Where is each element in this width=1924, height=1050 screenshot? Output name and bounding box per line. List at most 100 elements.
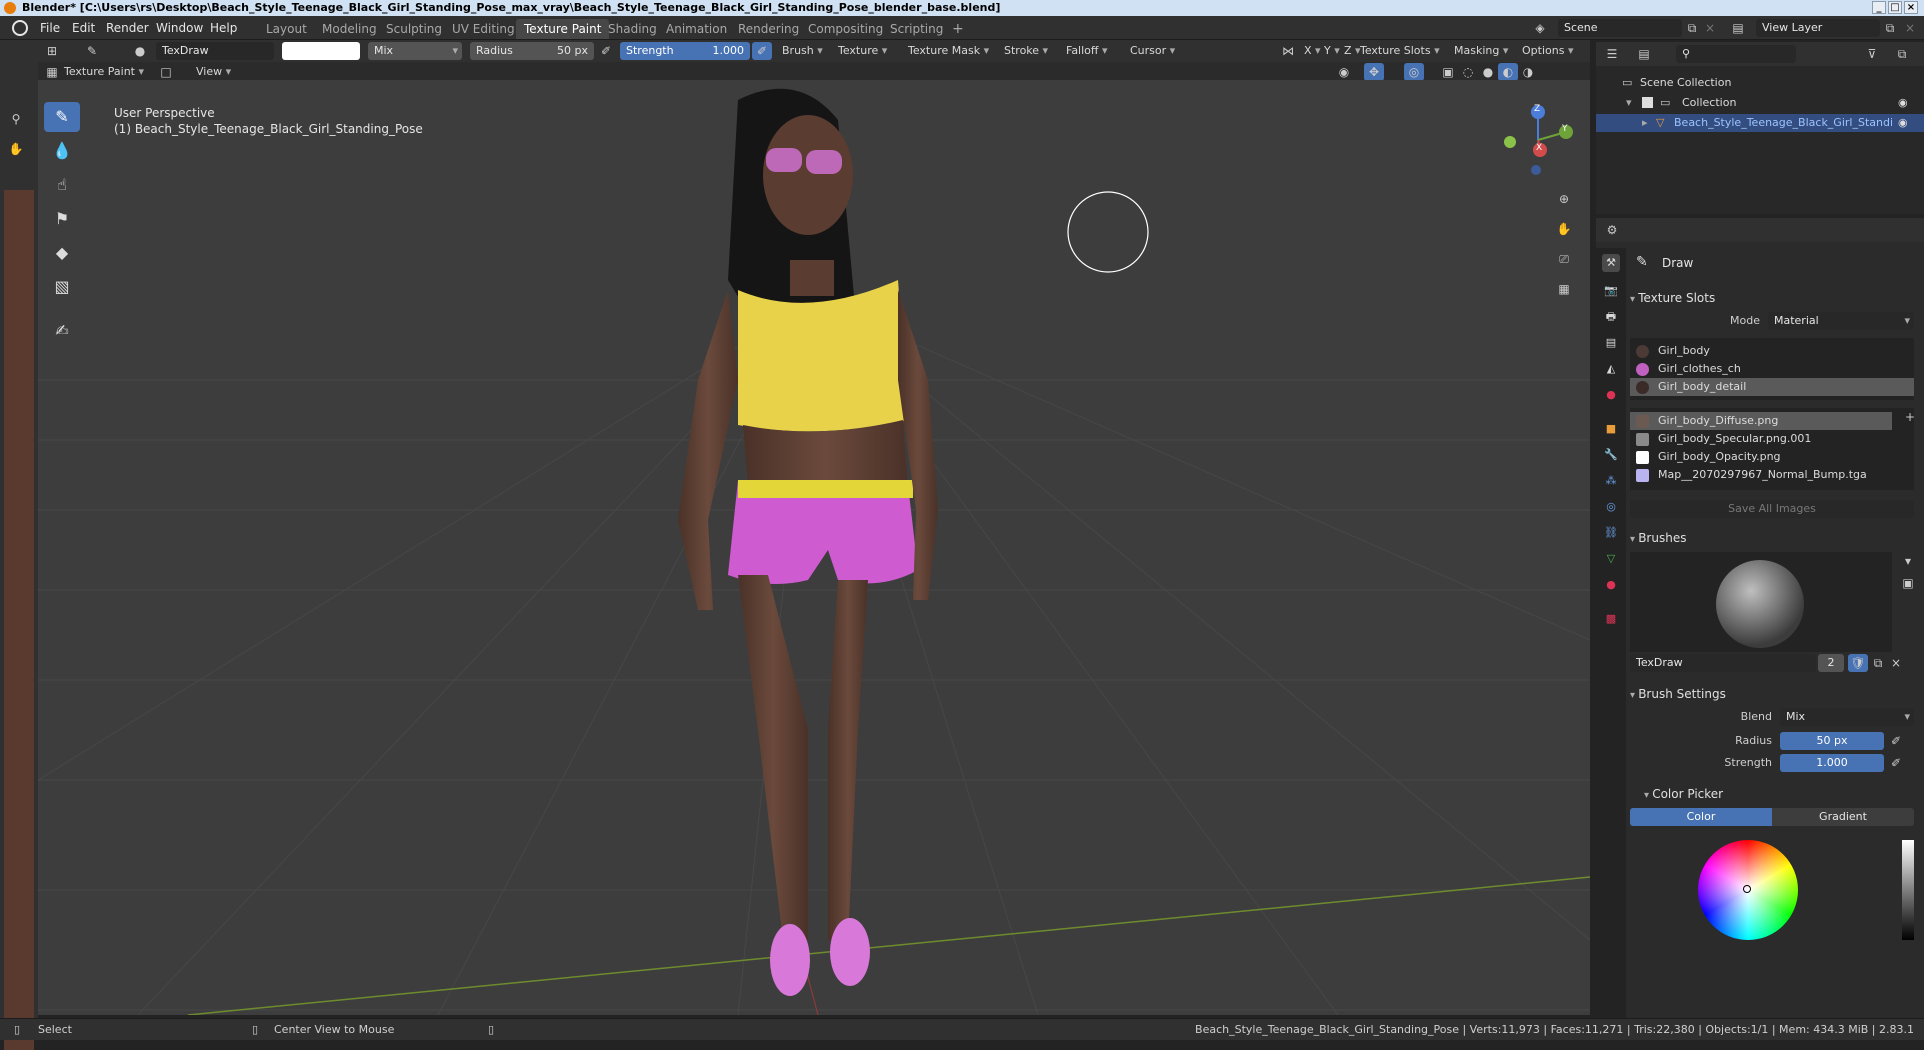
tab-modeling[interactable]: Modeling xyxy=(314,19,385,39)
strength-pressure-icon[interactable]: ✐ xyxy=(752,42,772,60)
outliner-object[interactable]: ▸ ▽ Beach_Style_Teenage_Black_Girl_Stand… xyxy=(1596,114,1924,132)
color-wheel[interactable] xyxy=(1698,840,1798,940)
brush-preview[interactable] xyxy=(1630,552,1892,652)
new-collection-icon[interactable]: ⧉ xyxy=(1892,45,1912,63)
brush-browse-icon[interactable]: ● xyxy=(130,42,150,60)
masking-menu[interactable]: Masking xyxy=(1450,42,1512,60)
strength-pressure-toggle-icon[interactable]: ✐ xyxy=(1886,754,1906,772)
tab-physics-icon[interactable]: ◎ xyxy=(1602,498,1620,516)
brush-radius-slider[interactable]: 50 px xyxy=(1780,732,1884,750)
wireframe-shading-icon[interactable]: ◌ xyxy=(1458,63,1478,81)
smear-tool-icon[interactable]: ☝ xyxy=(44,170,80,200)
color-picker-header[interactable]: Color Picker xyxy=(1644,784,1723,804)
tab-scripting[interactable]: Scripting xyxy=(882,19,951,39)
value-slider[interactable] xyxy=(1902,840,1914,940)
texture-slots-header[interactable]: Texture Slots xyxy=(1630,288,1715,308)
blend-mode-dropdown[interactable]: Mix ▾ xyxy=(368,42,462,60)
properties-editor-type-icon[interactable]: ⚙ xyxy=(1602,221,1622,239)
radius-pressure-toggle-icon[interactable]: ✐ xyxy=(1886,732,1906,750)
mask-tool-icon[interactable]: ▧ xyxy=(44,272,80,302)
tab-render-icon[interactable]: 📷 xyxy=(1602,282,1620,300)
menu-render[interactable]: Render xyxy=(106,20,149,36)
clone-tool-icon[interactable]: ⚑ xyxy=(44,204,80,234)
fake-user-icon[interactable]: 🛡 xyxy=(1848,654,1868,672)
zoom-tool-icon[interactable]: ⚲ xyxy=(6,110,26,128)
view-menu[interactable]: View xyxy=(192,63,235,81)
image-item-opacity[interactable]: Girl_body_Opacity.png xyxy=(1630,448,1892,466)
falloff-menu[interactable]: Falloff xyxy=(1062,42,1112,60)
tab-particles-icon[interactable]: ⁂ xyxy=(1602,472,1620,490)
save-all-images-button[interactable]: Save All Images xyxy=(1630,500,1914,518)
texture-paint-mode-icon[interactable]: ▦ xyxy=(42,63,62,81)
gradient-tab[interactable]: Gradient xyxy=(1772,808,1914,826)
display-mode-icon[interactable]: ▤ xyxy=(1634,45,1654,63)
tab-uv-editing[interactable]: UV Editing xyxy=(444,19,523,39)
tab-constraints-icon[interactable]: ⛓ xyxy=(1602,524,1620,542)
add-image-button[interactable]: + xyxy=(1900,408,1920,426)
brush-name-field[interactable]: TexDraw xyxy=(156,42,274,60)
outliner-search-input[interactable]: ⚲ xyxy=(1676,45,1796,63)
active-tool-icon[interactable]: ✎ xyxy=(82,42,102,60)
zoom-view-icon[interactable]: ⊕ xyxy=(1554,190,1574,208)
material-shading-icon[interactable]: ◐ xyxy=(1498,63,1518,81)
overlay-icon[interactable]: ◎ xyxy=(1404,63,1424,81)
tab-texture-icon[interactable]: ▩ xyxy=(1602,610,1620,628)
fill-tool-icon[interactable]: ◆ xyxy=(44,238,80,268)
gizmo-icon[interactable]: ✥ xyxy=(1364,63,1384,81)
menu-file[interactable]: File xyxy=(40,20,60,36)
radius-pressure-icon[interactable]: ✐ xyxy=(596,42,616,60)
3d-viewport[interactable]: ✎ 💧 ☝ ⚑ ◆ ▧ ✍ User Perspective (1) Beach… xyxy=(38,80,1590,1015)
brushes-header[interactable]: Brushes xyxy=(1630,528,1686,548)
brush-strength-slider[interactable]: 1.000 xyxy=(1780,754,1884,772)
xray-icon[interactable]: ▣ xyxy=(1438,63,1458,81)
tab-tool-icon[interactable]: ⚒ xyxy=(1602,254,1620,272)
texture-menu[interactable]: Texture xyxy=(834,42,891,60)
texture-slots-menu[interactable]: Texture Slots xyxy=(1356,42,1444,60)
strength-field[interactable]: Strength 1.000 xyxy=(620,42,750,60)
options-menu[interactable]: Options xyxy=(1518,42,1577,60)
brush-image-icon[interactable]: ▣ xyxy=(1898,574,1918,592)
image-item-diffuse[interactable]: Girl_body_Diffuse.png xyxy=(1630,412,1892,430)
color-tab[interactable]: Color xyxy=(1630,808,1772,826)
delete-scene-icon[interactable]: × xyxy=(1700,19,1720,37)
new-view-layer-icon[interactable]: ⧉ xyxy=(1880,19,1900,37)
brush-blend-dropdown[interactable]: Mix ▾ xyxy=(1780,708,1914,726)
tab-shading[interactable]: Shading xyxy=(600,19,665,39)
brush-datablock-field[interactable]: TexDraw xyxy=(1630,654,1816,672)
annotate-tool-icon[interactable]: ✍ xyxy=(44,316,80,346)
scene-name-field[interactable]: Scene xyxy=(1558,19,1682,37)
menu-window[interactable]: Window xyxy=(156,20,203,36)
editor-type-icon[interactable]: ⊞ xyxy=(42,42,62,60)
maximize-button[interactable]: □ xyxy=(1888,1,1902,14)
tab-material-icon[interactable]: ● xyxy=(1602,576,1620,594)
menu-help[interactable]: Help xyxy=(210,20,237,36)
symmetry-icon[interactable]: ⋈ xyxy=(1278,42,1298,60)
collection-visibility-icon[interactable]: ◉ xyxy=(1898,94,1908,112)
material-item-girl-body-detail[interactable]: Girl_body_detail xyxy=(1630,378,1914,396)
menu-edit[interactable]: Edit xyxy=(72,20,95,36)
tab-texture-paint[interactable]: Texture Paint xyxy=(516,19,610,39)
tab-rendering[interactable]: Rendering xyxy=(730,19,807,39)
close-window-button[interactable]: × xyxy=(1904,1,1918,14)
tab-view-layer-icon[interactable]: ▤ xyxy=(1602,334,1620,352)
view-layer-browse-icon[interactable]: ▤ xyxy=(1728,19,1748,37)
collection-checkbox[interactable] xyxy=(1642,97,1653,108)
material-item-girl-body[interactable]: Girl_body xyxy=(1630,342,1914,360)
tab-compositing[interactable]: Compositing xyxy=(800,19,891,39)
outliner-scene-collection[interactable]: ▭ Scene Collection xyxy=(1596,74,1924,92)
duplicate-brush-icon[interactable]: ⧉ xyxy=(1868,654,1888,672)
pan-tool-icon[interactable]: ✋ xyxy=(6,140,26,158)
tab-scene-icon[interactable]: ◭ xyxy=(1602,360,1620,378)
blender-menu-icon[interactable] xyxy=(12,20,28,36)
brush-color-swatch[interactable] xyxy=(282,42,360,60)
image-item-specular[interactable]: Girl_body_Specular.png.001 xyxy=(1630,430,1892,448)
draw-tool-icon[interactable]: ✎ xyxy=(44,102,80,132)
navigation-gizmo[interactable]: Z Y X xyxy=(1498,100,1588,180)
tab-layout[interactable]: Layout xyxy=(258,19,315,39)
stroke-menu[interactable]: Stroke xyxy=(1000,42,1052,60)
paint-mask-icon[interactable]: □ xyxy=(156,63,176,81)
minimize-button[interactable]: _ xyxy=(1872,1,1886,14)
scene-browse-icon[interactable]: ◈ xyxy=(1530,19,1550,37)
add-workspace-button[interactable]: + xyxy=(944,19,972,39)
image-item-normal-bump[interactable]: Map__2070297967_Normal_Bump.tga xyxy=(1630,466,1892,484)
